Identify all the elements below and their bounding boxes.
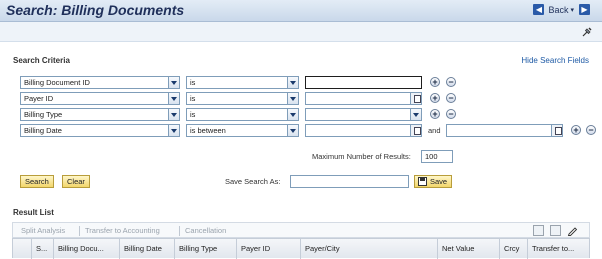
column-header-payer-city[interactable]: Payer/City — [300, 239, 437, 259]
page-toolstrip — [0, 22, 602, 42]
add-row-button-2[interactable]: + — [430, 93, 440, 103]
save-disk-icon — [418, 177, 427, 186]
search-criteria-heading: Search Criteria — [13, 56, 70, 65]
chevron-down-icon[interactable] — [168, 125, 179, 136]
criteria-field-select-4[interactable]: Billing Date — [20, 124, 180, 137]
back-button[interactable]: Back — [548, 5, 568, 15]
value-help-icon[interactable] — [410, 93, 421, 104]
calendar-icon[interactable] — [551, 125, 562, 136]
criteria-operator-select-1[interactable]: is — [186, 76, 299, 89]
billing-date-from-input[interactable] — [305, 124, 422, 137]
chevron-down-icon[interactable] — [410, 109, 421, 120]
payer-id-input[interactable] — [305, 92, 422, 105]
and-label: and — [428, 126, 441, 135]
add-row-button-4[interactable]: + — [571, 125, 581, 135]
toolbar-divider — [79, 226, 80, 236]
chevron-down-icon[interactable] — [287, 125, 298, 136]
result-list-heading: Result List — [13, 208, 54, 217]
remove-row-button-3[interactable]: − — [446, 109, 456, 119]
criteria-operator-select-3[interactable]: is — [186, 108, 299, 121]
chevron-down-icon[interactable] — [168, 93, 179, 104]
split-analysis-button[interactable]: Split Analysis — [21, 226, 65, 235]
column-header-currency[interactable]: Crcy — [499, 239, 527, 259]
column-header-status[interactable]: S... — [31, 239, 53, 259]
back-dropdown-icon[interactable]: ▾ — [570, 6, 574, 14]
criteria-field-select-1[interactable]: Billing Document ID — [20, 76, 180, 89]
chevron-down-icon[interactable] — [168, 109, 179, 120]
pencil-icon[interactable] — [567, 225, 578, 236]
chevron-down-icon[interactable] — [287, 77, 298, 88]
chevron-down-icon[interactable] — [287, 109, 298, 120]
remove-row-button-1[interactable]: − — [446, 77, 456, 87]
clear-button[interactable]: Clear — [62, 175, 90, 188]
forward-arrow-icon[interactable]: ▶ — [579, 4, 590, 15]
print-icon[interactable] — [550, 225, 561, 236]
billing-type-select[interactable] — [305, 108, 422, 121]
save-search-label: Save Search As: — [225, 177, 281, 186]
search-button[interactable]: Search — [20, 175, 54, 188]
chevron-down-icon[interactable] — [287, 93, 298, 104]
column-header-transfer-to[interactable]: Transfer to... — [527, 239, 591, 259]
result-table-header: S... Billing Docu... Billing Date Billin… — [12, 238, 591, 259]
toolbar-divider — [179, 226, 180, 236]
chevron-down-icon[interactable] — [168, 77, 179, 88]
result-toolbar: Split Analysis Transfer to Accounting Ca… — [12, 222, 590, 238]
cancellation-button[interactable]: Cancellation — [185, 226, 226, 235]
back-arrow-icon[interactable]: ◀ — [533, 4, 545, 15]
add-row-button-1[interactable]: + — [430, 77, 440, 87]
pin-icon[interactable] — [580, 25, 594, 39]
max-results-label: Maximum Number of Results: — [312, 152, 411, 161]
criteria-field-select-2[interactable]: Payer ID — [20, 92, 180, 105]
remove-row-button-4[interactable]: − — [586, 125, 596, 135]
transfer-to-accounting-button[interactable]: Transfer to Accounting — [85, 226, 160, 235]
billing-date-to-input[interactable] — [446, 124, 563, 137]
add-row-button-3[interactable]: + — [430, 109, 440, 119]
column-header-billing-date[interactable]: Billing Date — [119, 239, 174, 259]
billing-document-id-input[interactable] — [305, 76, 422, 89]
save-button[interactable]: Save — [414, 175, 453, 188]
column-header-billing-type[interactable]: Billing Type — [174, 239, 236, 259]
title-bar: Search: Billing Documents ◀ Back ▾ ▶ — [0, 0, 602, 22]
column-header-select[interactable] — [13, 239, 31, 259]
calendar-icon[interactable] — [410, 125, 421, 136]
save-search-input[interactable] — [290, 175, 409, 188]
criteria-operator-select-4[interactable]: is between — [186, 124, 299, 137]
max-results-input[interactable]: 100 — [421, 150, 453, 163]
spreadsheet-export-icon[interactable] — [533, 225, 544, 236]
column-header-billing-document[interactable]: Billing Docu... — [53, 239, 119, 259]
criteria-field-select-3[interactable]: Billing Type — [20, 108, 180, 121]
remove-row-button-2[interactable]: − — [446, 93, 456, 103]
hide-search-fields-link[interactable]: Hide Search Fields — [521, 56, 589, 65]
page-title: Search: Billing Documents — [6, 2, 185, 18]
history-nav: ◀ Back ▾ ▶ — [533, 4, 590, 15]
column-header-net-value[interactable]: Net Value — [437, 239, 499, 259]
column-header-payer-id[interactable]: Payer ID — [236, 239, 300, 259]
criteria-operator-select-2[interactable]: is — [186, 92, 299, 105]
